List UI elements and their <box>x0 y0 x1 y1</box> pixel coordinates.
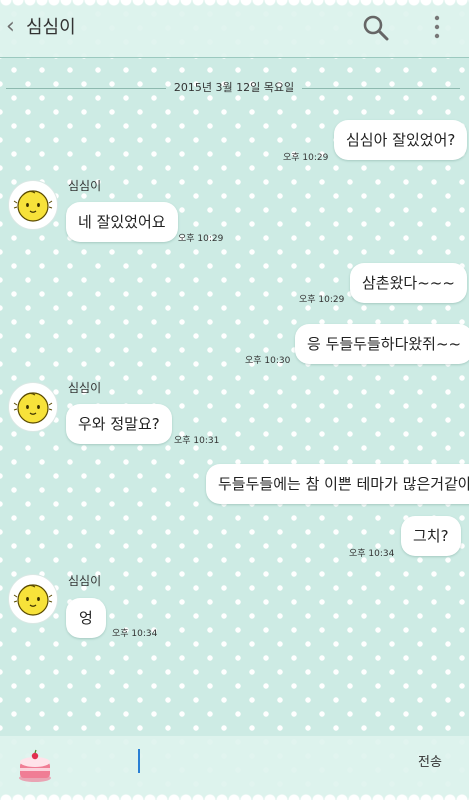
message-text: 삼촌왔다~~~ <box>362 274 455 292</box>
header-divider <box>0 57 469 58</box>
lace-border-bottom <box>0 788 469 800</box>
message-bubble-sent[interactable]: 그치? <box>401 516 461 556</box>
sender-name: 심심이 <box>68 381 102 395</box>
message-time: 오후 10:30 <box>245 356 291 366</box>
simsimi-avatar-icon[interactable] <box>8 574 58 624</box>
message-bubble-received[interactable]: 우와 정말요? <box>66 404 172 444</box>
message-input[interactable] <box>74 746 394 780</box>
message-time: 오후 10:34 <box>349 549 395 559</box>
chat-header: ‹ 심심이 <box>0 0 469 58</box>
date-divider: 2015년 3월 12일 목요일 <box>0 79 469 97</box>
message-text: 엉 <box>79 609 93 627</box>
message-text: 네 잘있었어요 <box>78 213 166 231</box>
simsimi-avatar-icon[interactable] <box>8 382 58 432</box>
message-bubble-sent[interactable]: 두들두들에는 참 이쁜 테마가 많은거같아 <box>206 464 469 504</box>
avatar-face <box>13 584 53 616</box>
avatar-face <box>13 190 53 222</box>
message-text: 우와 정말요? <box>78 415 160 433</box>
message-time: 오후 10:31 <box>174 436 220 446</box>
lace-border-top <box>0 0 469 12</box>
message-bubble-received[interactable]: 엉 <box>66 598 106 638</box>
message-text: 두들두들에는 참 이쁜 테마가 많은거같아 <box>218 475 469 493</box>
message-time: 오후 10:29 <box>299 295 345 305</box>
message-text: 심심아 잘있었어? <box>346 131 456 149</box>
message-bubble-received[interactable]: 네 잘있었어요 <box>66 202 178 242</box>
send-button[interactable]: 전송 <box>418 754 442 772</box>
message-text: 응 두들두들하다왔쥐~~ <box>307 335 462 353</box>
divider-line <box>6 88 166 89</box>
message-time: 오후 10:29 <box>178 234 224 244</box>
search-icon[interactable] <box>362 14 390 42</box>
message-time: 오후 10:29 <box>283 153 329 163</box>
message-bubble-sent[interactable]: 삼촌왔다~~~ <box>350 263 467 303</box>
message-bubble-sent[interactable]: 심심아 잘있었어? <box>334 120 468 160</box>
sender-name: 심심이 <box>68 574 102 588</box>
chat-title: 심심이 <box>26 17 76 38</box>
avatar-face <box>13 392 53 424</box>
date-label: 2015년 3월 12일 목요일 <box>173 81 295 94</box>
back-arrow-icon[interactable]: ‹ <box>6 14 15 40</box>
message-text: 그치? <box>413 527 449 545</box>
message-input-bar: 전송 <box>0 736 469 800</box>
text-caret <box>138 749 140 773</box>
message-time: 오후 10:34 <box>112 629 158 639</box>
simsimi-avatar-icon[interactable] <box>8 180 58 230</box>
more-vertical-icon[interactable] <box>430 14 444 42</box>
cake-emoticon-icon[interactable] <box>16 748 54 784</box>
message-bubble-sent[interactable]: 응 두들두들하다왔쥐~~ <box>295 324 469 364</box>
divider-line <box>302 88 460 89</box>
sender-name: 심심이 <box>68 179 102 193</box>
